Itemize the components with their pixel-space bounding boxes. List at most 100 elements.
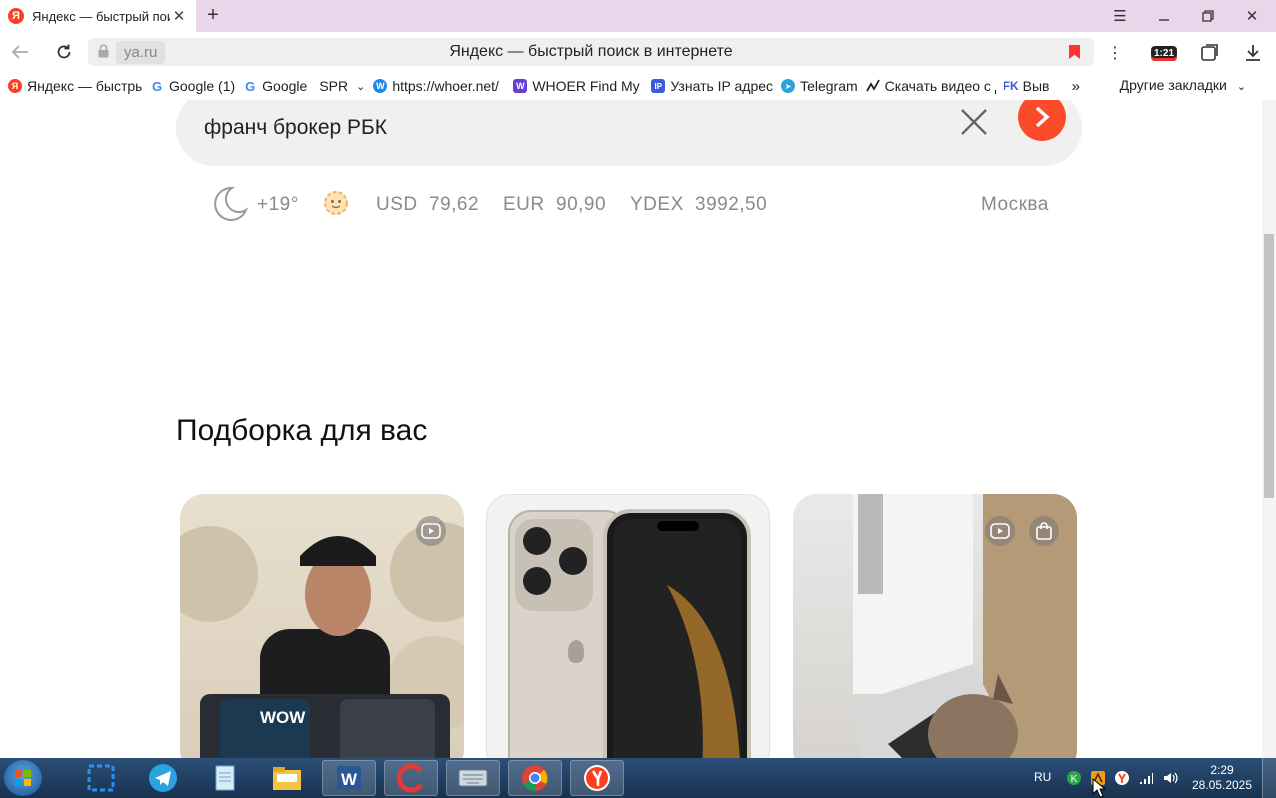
yandex-browser-taskbar-icon[interactable] bbox=[570, 760, 624, 796]
snipping-tool-icon[interactable] bbox=[74, 760, 128, 796]
usd-label[interactable]: USD bbox=[376, 194, 418, 216]
other-bookmarks[interactable]: Другие закладки ⌄ bbox=[1120, 77, 1246, 93]
more-menu-icon[interactable]: ⋮ bbox=[1102, 40, 1128, 66]
video-icon bbox=[985, 516, 1015, 546]
usd-value[interactable]: 79,62 bbox=[429, 194, 479, 216]
reload-icon[interactable] bbox=[52, 40, 76, 64]
chevron-down-icon: ⌄ bbox=[356, 80, 366, 93]
chevron-down-icon: ⌄ bbox=[1236, 81, 1246, 93]
ip-icon: IP bbox=[651, 79, 666, 93]
bookmarks-bar: Я Яндекс — быстрый поиск в интернете G G… bbox=[0, 72, 1276, 100]
yandex-favicon-icon: Я bbox=[8, 8, 24, 24]
alice-timer-icon[interactable]: 1:21 bbox=[1150, 40, 1178, 66]
eur-value[interactable]: 90,90 bbox=[556, 194, 606, 216]
tab-close-icon[interactable]: ✕ bbox=[170, 7, 188, 25]
bookmark-folder-spr[interactable]: SPR ⌄ bbox=[319, 78, 365, 94]
mouse-cursor-icon bbox=[1092, 778, 1106, 798]
timer-badge: 1:21 bbox=[1150, 45, 1177, 61]
ydex-label[interactable]: YDEX bbox=[630, 194, 684, 216]
minimize-button[interactable] bbox=[1142, 0, 1186, 32]
bookmark-whoer-net[interactable]: W https://whoer.net/ bbox=[373, 78, 505, 94]
close-window-button[interactable]: ✕ bbox=[1230, 0, 1274, 32]
active-tab[interactable]: Я Яндекс — быстрый поиск в интернете ✕ bbox=[0, 0, 196, 32]
notepad-icon[interactable] bbox=[198, 760, 252, 796]
card-image-phone bbox=[508, 509, 751, 758]
chart-icon bbox=[865, 79, 880, 93]
bookmark-label: Яндекс — быстрый поиск в интернете bbox=[27, 78, 142, 94]
page-scrollbar[interactable] bbox=[1262, 100, 1276, 758]
fk-icon: FK bbox=[1003, 79, 1019, 93]
bookmark-yandex[interactable]: Я Яндекс — быстрый поиск в интернете bbox=[8, 78, 142, 94]
more-bookmarks-chevron-icon[interactable]: » bbox=[1072, 78, 1080, 95]
clear-search-icon[interactable] bbox=[956, 104, 992, 140]
windows-logo-icon bbox=[15, 770, 31, 786]
yandex-icon: Я bbox=[8, 79, 22, 93]
bookmark-label: Telegram bbox=[800, 78, 858, 94]
collections-icon[interactable] bbox=[1196, 40, 1222, 66]
feed-title: Подборка для вас bbox=[176, 414, 428, 447]
city-link[interactable]: Москва bbox=[981, 194, 1049, 216]
bookmark-ip-address[interactable]: IP Узнать IP адрес bbox=[651, 78, 773, 94]
bookmark-label: Выв bbox=[1022, 78, 1050, 94]
search-submit-button[interactable] bbox=[1018, 100, 1066, 141]
tab-title: Яндекс — быстрый поиск в интернете bbox=[32, 8, 170, 24]
bookmark-google-1[interactable]: G Google (1) bbox=[150, 78, 235, 94]
keyboard-taskbar-icon[interactable] bbox=[446, 760, 500, 796]
bookmark-label: https://whoer.net/ bbox=[392, 78, 499, 94]
telegram-taskbar-icon[interactable] bbox=[136, 760, 190, 796]
alice-weather-icon[interactable] bbox=[322, 189, 350, 217]
eur-label[interactable]: EUR bbox=[503, 194, 545, 216]
bookmark-label: Google (1) bbox=[169, 78, 236, 94]
word-taskbar-icon[interactable]: W bbox=[322, 760, 376, 796]
whoer-icon: W bbox=[373, 79, 388, 93]
whoer-icon: W bbox=[513, 79, 528, 93]
temperature[interactable]: +19° bbox=[257, 194, 299, 216]
menu-icon[interactable]: ☰ bbox=[1098, 0, 1142, 32]
clock-time: 2:29 bbox=[1210, 763, 1234, 777]
bookmark-whoer-find-ip[interactable]: W WHOER Find My IP bbox=[513, 78, 643, 94]
ccleaner-taskbar-icon[interactable] bbox=[384, 760, 438, 796]
search-input[interactable]: франч брокер РБК bbox=[204, 116, 387, 140]
google-icon: G bbox=[243, 78, 258, 94]
downloads-icon[interactable] bbox=[1240, 40, 1266, 66]
page-title: Яндекс — быстрый поиск в интернете bbox=[449, 43, 733, 60]
back-icon[interactable] bbox=[8, 40, 32, 64]
search-box[interactable]: франч брокер РБК bbox=[176, 100, 1082, 166]
card-overlay-text: WOW bbox=[260, 708, 306, 727]
omnibox[interactable]: ya.ru Яндекс — быстрый поиск в интернете bbox=[88, 38, 1094, 66]
page-content: франч брокер РБК +19° USD 79,62 EUR 90,9… bbox=[0, 100, 1262, 758]
ydex-value[interactable]: 3992,50 bbox=[695, 194, 767, 216]
restore-button[interactable] bbox=[1186, 0, 1230, 32]
system-clock[interactable]: 2:29 28.05.2025 bbox=[1186, 763, 1258, 793]
feed-card[interactable] bbox=[793, 494, 1077, 758]
bookmark-video-download[interactable]: Скачать видео с Д bbox=[865, 78, 996, 94]
show-desktop-button[interactable] bbox=[1262, 758, 1276, 798]
bookmark-label: SPR bbox=[319, 78, 349, 94]
tab-strip: Я Яндекс — быстрый поиск в интернете ✕ +… bbox=[0, 0, 1276, 32]
bookmark-label: Скачать видео с Д bbox=[884, 78, 996, 94]
start-button[interactable] bbox=[4, 760, 42, 796]
bookmark-telegram[interactable]: ➤ Telegram bbox=[781, 78, 858, 94]
volume-icon[interactable] bbox=[1162, 770, 1178, 786]
input-language[interactable]: RU bbox=[1034, 770, 1051, 784]
bookmark-google[interactable]: G Google bbox=[243, 78, 307, 94]
bookmark-fk[interactable]: FK Выв bbox=[1003, 78, 1054, 94]
svg-text:W: W bbox=[341, 770, 358, 789]
yandex-tray-icon[interactable] bbox=[1114, 770, 1130, 786]
network-signal-icon[interactable] bbox=[1138, 770, 1154, 786]
kaspersky-tray-icon[interactable]: K bbox=[1066, 770, 1082, 786]
windows-taskbar: W RU K 2:29 28.05.2025 bbox=[0, 758, 1276, 798]
video-icon bbox=[416, 516, 446, 546]
new-tab-button[interactable]: + bbox=[202, 4, 224, 26]
moon-weather-icon[interactable] bbox=[210, 184, 248, 224]
chrome-taskbar-icon[interactable] bbox=[508, 760, 562, 796]
google-icon: G bbox=[150, 78, 164, 94]
feed-card[interactable]: WOW bbox=[180, 494, 464, 758]
feed-card[interactable] bbox=[486, 494, 770, 758]
clock-date: 28.05.2025 bbox=[1191, 778, 1253, 792]
file-explorer-icon[interactable] bbox=[260, 760, 314, 796]
scrollbar-thumb[interactable] bbox=[1264, 234, 1274, 498]
bookmark-label: WHOER Find My IP bbox=[532, 78, 643, 94]
address-bar: ya.ru Яндекс — быстрый поиск в интернете… bbox=[0, 32, 1276, 72]
other-bookmarks-label: Другие закладки bbox=[1119, 77, 1227, 93]
